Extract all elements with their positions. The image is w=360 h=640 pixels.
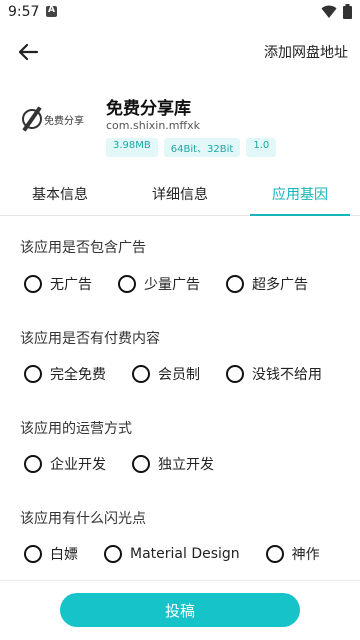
radio-icon[interactable]	[226, 275, 244, 293]
radio-option[interactable]: 少量广告	[118, 274, 200, 294]
radio-icon[interactable]	[132, 455, 150, 473]
back-button[interactable]	[14, 38, 42, 66]
battery-icon	[343, 4, 352, 19]
radio-option[interactable]: 独立开发	[132, 454, 214, 474]
add-cloud-link-button[interactable]: 添加网盘地址	[264, 42, 348, 62]
app-logo: 免费分享	[22, 102, 90, 136]
radio-option[interactable]: 白嫖	[24, 544, 78, 564]
section-title-paid: 该应用是否有付费内容	[20, 331, 160, 347]
app-header: 免费分享 免费分享库 com.shixin.mffxk 3.98MB 64Bit…	[0, 90, 360, 160]
options-operation: 企业开发 独立开发	[24, 454, 240, 474]
app-tags: 3.98MB 64Bit、32Bit 1.0	[106, 138, 277, 157]
app-package: com.shixin.mffxk	[106, 119, 200, 132]
radio-icon[interactable]	[226, 365, 244, 383]
logo-ring-icon	[22, 109, 42, 129]
option-label: 企业开发	[50, 457, 106, 473]
option-label: 神作	[291, 547, 320, 563]
radio-option[interactable]: 超多广告	[226, 274, 308, 294]
logo-text: 免费分享	[44, 115, 84, 127]
app-name: 免费分享库	[106, 99, 191, 119]
radio-icon[interactable]	[24, 365, 42, 383]
divider	[0, 580, 360, 581]
radio-option[interactable]: 完全免费	[24, 364, 106, 384]
option-label: 无广告	[50, 277, 92, 293]
radio-icon[interactable]	[24, 545, 42, 563]
option-label: 没钱不给用	[252, 367, 322, 383]
option-label: Material Design	[130, 546, 240, 562]
option-label: 少量广告	[144, 277, 200, 293]
radio-option[interactable]: 无广告	[24, 274, 92, 294]
options-ads: 无广告 少量广告 超多广告	[24, 274, 334, 294]
section-title-ads: 该应用是否包含广告	[20, 240, 146, 256]
status-time: 9:57	[8, 4, 40, 20]
radio-icon[interactable]	[104, 545, 122, 563]
notification-icon	[46, 5, 57, 17]
radio-option[interactable]: 企业开发	[24, 454, 106, 474]
option-label: 超多广告	[252, 277, 308, 293]
radio-option[interactable]: 没钱不给用	[226, 364, 322, 384]
size-badge: 3.98MB	[106, 138, 158, 157]
option-label: 白嫖	[50, 547, 78, 563]
radio-icon[interactable]	[24, 455, 42, 473]
arch-badge: 64Bit、32Bit	[163, 138, 241, 157]
radio-option[interactable]: 神作	[265, 544, 320, 564]
top-bar: 添加网盘地址	[0, 28, 360, 76]
radio-icon[interactable]	[132, 365, 150, 383]
tab-basic-info[interactable]: 基本信息	[32, 184, 88, 204]
status-bar: 9:57	[0, 0, 360, 24]
radio-icon[interactable]	[265, 545, 284, 563]
options-highlights: 白嫖 Material Design 神作	[24, 544, 346, 564]
options-paid: 完全免费 会员制 没钱不给用	[24, 364, 348, 384]
wifi-icon	[321, 5, 337, 18]
section-title-highlights: 该应用有什么闪光点	[20, 511, 146, 527]
option-label: 会员制	[158, 367, 200, 383]
tab-app-genes[interactable]: 应用基因	[272, 184, 328, 204]
arrow-left-icon	[18, 43, 38, 61]
radio-option[interactable]: 会员制	[132, 364, 200, 384]
tab-detail-info[interactable]: 详细信息	[152, 184, 208, 204]
option-label: 独立开发	[158, 457, 214, 473]
tab-bar: 基本信息 详细信息 应用基因	[0, 176, 360, 216]
radio-option[interactable]: Material Design	[104, 545, 240, 563]
tab-indicator	[250, 214, 350, 216]
option-label: 完全免费	[50, 367, 106, 383]
status-icons	[321, 4, 352, 19]
section-title-operation: 该应用的运营方式	[20, 421, 132, 437]
radio-icon[interactable]	[24, 275, 42, 293]
radio-icon[interactable]	[118, 275, 136, 293]
version-badge: 1.0	[246, 138, 277, 157]
submit-button[interactable]: 投稿	[60, 593, 300, 627]
